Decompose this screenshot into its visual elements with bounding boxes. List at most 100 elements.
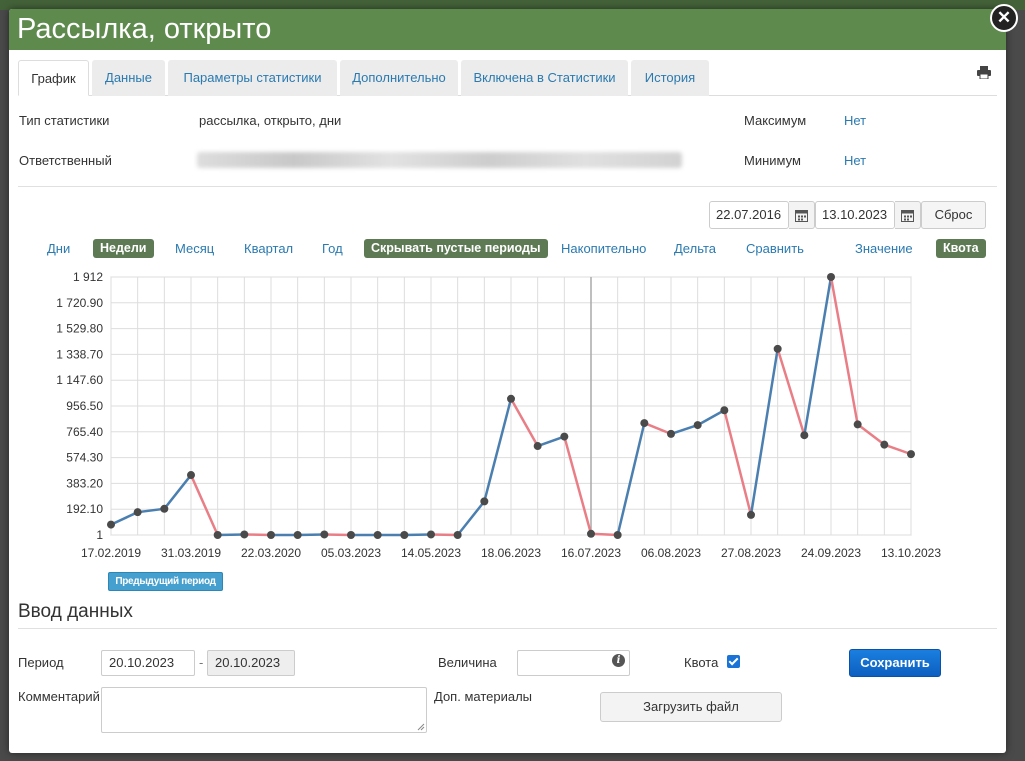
- tab-bar: График Данные Параметры статистики Допол…: [18, 60, 997, 96]
- y-tick-label: 956.50: [66, 399, 103, 413]
- data-point: [373, 531, 382, 539]
- x-tick-label: 18.06.2023: [481, 546, 541, 560]
- option-days[interactable]: Дни: [47, 239, 70, 258]
- series-segment: [216, 533, 246, 537]
- option-value[interactable]: Значение: [855, 239, 913, 258]
- option-weeks[interactable]: Недели: [93, 239, 154, 258]
- tab-additional[interactable]: Дополнительно: [340, 60, 458, 96]
- data-point: [800, 431, 809, 440]
- date-to-input[interactable]: 13.10.2023: [815, 201, 895, 229]
- y-tick-label: 1 720.90: [56, 296, 103, 310]
- series-segment: [403, 533, 433, 537]
- calendar-to-button[interactable]: [895, 201, 921, 229]
- data-point: [880, 440, 889, 449]
- y-tick-label: 574.30: [66, 451, 103, 465]
- series-segment: [429, 533, 459, 537]
- tab-stat-params[interactable]: Параметры статистики: [168, 60, 337, 96]
- series-segment: [589, 532, 619, 537]
- option-month[interactable]: Месяц: [175, 239, 214, 258]
- data-point: [133, 508, 142, 517]
- series-segment: [243, 533, 273, 537]
- period-to-input: 20.10.2023: [207, 650, 295, 676]
- value-label: Величина: [438, 655, 497, 670]
- data-point: [667, 429, 675, 438]
- line-chart: 1 192.10 383.20 574.30 765.40 956.50 1 147.60 1…: [56, 270, 941, 560]
- calendar-icon: [795, 210, 808, 222]
- data-point: [640, 419, 649, 428]
- stat-type-label: Тип статистики: [19, 113, 110, 128]
- tab-chart[interactable]: График: [18, 60, 89, 96]
- y-tick-label: 383.20: [66, 476, 103, 490]
- option-quota[interactable]: Квота: [936, 239, 986, 258]
- tab-included-in-stats[interactable]: Включена в Статистики: [461, 60, 628, 96]
- quota-checkbox[interactable]: [727, 655, 740, 668]
- materials-label: Доп. материалы: [434, 689, 533, 704]
- modal-window: Рассылка, открыто График Данные Параметр…: [9, 9, 1006, 753]
- y-tick-label: 1 338.70: [56, 347, 103, 361]
- data-point: [160, 504, 169, 513]
- print-icon[interactable]: [977, 66, 991, 79]
- data-point: [267, 531, 275, 539]
- x-tick-label: 14.05.2023: [401, 546, 461, 560]
- minimum-label: Минимум: [744, 153, 801, 168]
- option-quarter[interactable]: Квартал: [244, 239, 293, 258]
- data-point: [293, 531, 302, 539]
- data-point: [587, 529, 595, 538]
- x-tick-label: 17.02.2019: [81, 546, 141, 560]
- close-icon[interactable]: ✕: [990, 4, 1018, 32]
- y-tick-label: 1 147.60: [56, 373, 103, 387]
- y-tick-label: 192.10: [66, 502, 103, 516]
- x-tick-label: 27.08.2023: [721, 546, 781, 560]
- period-dash: -: [199, 655, 204, 670]
- option-year[interactable]: Год: [322, 239, 343, 258]
- y-tick-label: 1 912: [73, 270, 103, 284]
- data-point: [560, 432, 569, 441]
- comment-textarea[interactable]: [101, 687, 427, 733]
- data-point: [427, 530, 435, 539]
- calendar-icon: [901, 210, 914, 222]
- reset-button[interactable]: Сброс: [921, 201, 986, 229]
- responsible-value-redacted: [197, 152, 682, 168]
- maximum-label: Максимум: [744, 113, 807, 128]
- stat-type-value: рассылка, открыто, дни: [199, 113, 342, 128]
- data-point: [480, 497, 489, 506]
- y-tick-label: 1 529.80: [56, 322, 103, 336]
- date-from-input[interactable]: 22.07.2016: [709, 201, 789, 229]
- x-tick-label: 22.03.2020: [241, 546, 301, 560]
- save-button[interactable]: Сохранить: [849, 649, 941, 677]
- minimum-value-link[interactable]: Нет: [844, 153, 866, 168]
- quota-label: Квота: [684, 655, 719, 670]
- option-hide-empty[interactable]: Скрывать пустые периоды: [364, 239, 548, 258]
- modal-title: Рассылка, открыто: [9, 9, 1006, 50]
- data-entry-title: Ввод данных: [18, 601, 133, 622]
- data-point: [107, 520, 115, 529]
- data-point: [213, 531, 222, 539]
- data-point: [907, 450, 915, 459]
- info-icon[interactable]: i: [612, 654, 625, 667]
- option-compare[interactable]: Сравнить: [746, 239, 804, 258]
- comment-label: Комментарий: [18, 689, 100, 704]
- upload-file-button[interactable]: Загрузить файл: [600, 692, 782, 722]
- data-point: [453, 531, 462, 539]
- resize-handle-icon[interactable]: [417, 723, 425, 731]
- data-point: [853, 420, 862, 429]
- data-point: [533, 442, 542, 451]
- data-point: [827, 273, 835, 281]
- data-point: [693, 421, 702, 430]
- data-point: [613, 531, 622, 539]
- data-point: [347, 531, 355, 539]
- data-point: [187, 471, 195, 480]
- responsible-label: Ответственный: [19, 153, 112, 168]
- tab-data[interactable]: Данные: [92, 60, 165, 96]
- previous-period-button[interactable]: Предыдущий период: [108, 572, 223, 591]
- divider: [18, 186, 997, 187]
- option-delta[interactable]: Дельта: [674, 239, 716, 258]
- maximum-value-link[interactable]: Нет: [844, 113, 866, 128]
- divider: [18, 628, 997, 629]
- tab-history[interactable]: История: [631, 60, 709, 96]
- period-from-input[interactable]: 20.10.2023: [101, 650, 195, 676]
- option-cumulative[interactable]: Накопительно: [561, 239, 646, 258]
- calendar-from-button[interactable]: [789, 201, 815, 229]
- series-segment: [296, 533, 326, 537]
- data-point: [507, 394, 515, 403]
